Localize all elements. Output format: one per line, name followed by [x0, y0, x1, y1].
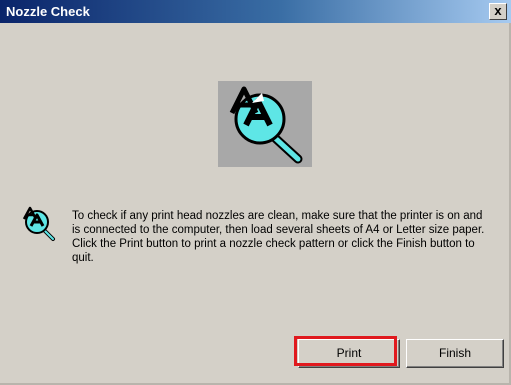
- nozzle-check-small-icon: [20, 205, 58, 243]
- nozzle-check-large-icon: [218, 81, 312, 167]
- title-bar[interactable]: Nozzle Check x: [0, 0, 511, 23]
- window-title: Nozzle Check: [6, 4, 90, 19]
- close-button[interactable]: x: [489, 3, 507, 20]
- print-button[interactable]: Print: [298, 339, 400, 368]
- finish-button[interactable]: Finish: [406, 339, 504, 368]
- instruction-text: To check if any print head nozzles are c…: [72, 210, 485, 264]
- small-magnifier-icon: [22, 206, 55, 241]
- nozzle-check-dialog: Nozzle Check x To check if any print hea…: [0, 0, 511, 385]
- magnifier-icon: [229, 86, 303, 164]
